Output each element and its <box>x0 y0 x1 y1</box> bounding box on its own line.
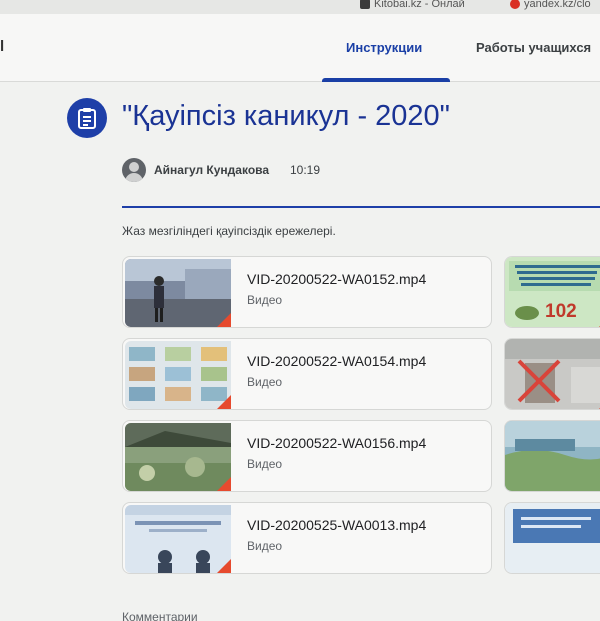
avatar <box>122 158 146 182</box>
attachment-card-right[interactable]: 102 <box>504 256 600 328</box>
bookmark-yandex[interactable]: yandex.kz/clo <box>510 0 591 10</box>
video-thumbnail <box>125 341 231 409</box>
video-corner-badge <box>217 395 231 409</box>
attachment-card[interactable]: VID-20200522-WA0156.mp4 Видео <box>122 420 492 492</box>
attachment-name[interactable]: VID-20200522-WA0154.mp4 <box>247 353 426 369</box>
video-thumbnail <box>125 423 231 491</box>
classroom-header: l Инструкции Работы учащихся <box>0 14 600 82</box>
attachment-card-right[interactable] <box>504 420 600 492</box>
video-thumbnail <box>125 259 231 327</box>
bookmarks-bar: Kitobai.kz - Онлай yandex.kz/clo <box>0 0 600 14</box>
video-corner-badge <box>217 477 231 491</box>
attachment-name[interactable]: VID-20200522-WA0156.mp4 <box>247 435 426 451</box>
bookmark-kitobai[interactable]: Kitobai.kz - Онлай <box>360 0 465 10</box>
bookmark-label: yandex.kz/clo <box>524 0 591 10</box>
assignment-title: "Қауіпсіз каникул - 2020" <box>122 100 450 132</box>
video-corner-badge <box>217 313 231 327</box>
post-time: 10:19 <box>290 163 321 177</box>
attachment-type: Видео <box>247 457 283 471</box>
assignment-icon <box>67 98 107 138</box>
tab-student-work[interactable]: Работы учащихся <box>476 40 591 55</box>
attachment-type: Видео <box>247 293 283 307</box>
kitobai-icon <box>360 0 370 10</box>
comments-label: Комментарии <box>122 610 198 621</box>
attachment-name[interactable]: VID-20200522-WA0152.mp4 <box>247 271 426 287</box>
assignment-description: Жаз мезгіліндегі қауіпсіздік ережелері. <box>122 224 336 238</box>
attachment-type: Видео <box>247 375 283 389</box>
emergency-number-badge: 102 <box>545 301 577 322</box>
header-left-fragment: l <box>0 38 5 55</box>
attachment-card[interactable]: VID-20200522-WA0152.mp4 Видео <box>122 256 492 328</box>
active-tab-indicator <box>322 78 450 82</box>
yandex-icon <box>510 0 520 10</box>
header-divider <box>122 206 600 208</box>
attachment-type: Видео <box>247 539 283 553</box>
bookmark-label: Kitobai.kz - Онлай <box>374 0 465 10</box>
attachment-thumbnail <box>505 421 600 491</box>
attachment-card[interactable]: VID-20200525-WA0013.mp4 Видео <box>122 502 492 574</box>
tab-instructions[interactable]: Инструкции <box>346 40 422 55</box>
video-thumbnail <box>125 505 231 573</box>
attachment-name[interactable]: VID-20200525-WA0013.mp4 <box>247 517 426 533</box>
attachment-thumbnail <box>505 339 600 409</box>
video-corner-badge <box>217 559 231 573</box>
attachment-card-right[interactable] <box>504 338 600 410</box>
attachment-card[interactable]: VID-20200522-WA0154.mp4 Видео <box>122 338 492 410</box>
attachment-thumbnail <box>505 503 600 573</box>
author-name: Айнагул Кундакова <box>154 163 270 177</box>
attachment-card-right[interactable] <box>504 502 600 574</box>
